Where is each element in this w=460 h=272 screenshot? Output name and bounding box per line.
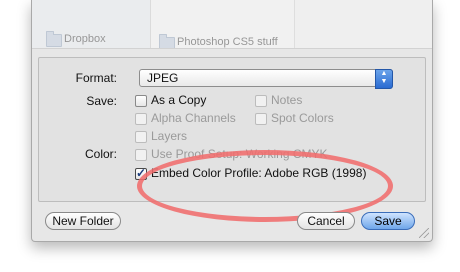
folder-icon — [159, 34, 175, 48]
notes-checkbox[interactable] — [255, 95, 267, 107]
spot-colors-label: Spot Colors — [271, 111, 334, 125]
new-folder-button[interactable]: New Folder — [45, 212, 121, 230]
folder-column: Photoshop CS5 stuff — [151, 0, 295, 48]
file-browser: Dropbox Photoshop CS5 stuff — [32, 0, 432, 49]
cancel-button[interactable]: Cancel — [297, 212, 355, 230]
save-button[interactable]: Save — [361, 212, 415, 230]
folder-item-photoshop[interactable]: Photoshop CS5 stuff — [177, 36, 278, 48]
notes-label: Notes — [271, 93, 303, 107]
sidebar-column: Dropbox — [32, 0, 151, 48]
use-proof-setup-checkbox[interactable] — [135, 149, 147, 161]
alpha-channels-label: Alpha Channels — [151, 111, 236, 125]
resize-grip-icon[interactable] — [419, 228, 429, 238]
spot-colors-checkbox[interactable] — [255, 113, 267, 125]
format-value: JPEG — [147, 71, 179, 85]
sidebar-item-dropbox[interactable]: Dropbox — [64, 33, 106, 45]
as-a-copy-label: As a Copy — [151, 93, 207, 107]
as-a-copy-checkbox[interactable] — [135, 95, 147, 107]
save-label: Save: — [86, 94, 117, 108]
layers-label: Layers — [151, 129, 188, 143]
popup-arrows-icon: ▲ ▼ — [375, 69, 393, 89]
color-label: Color: — [84, 147, 117, 161]
alpha-channels-checkbox[interactable] — [135, 113, 147, 125]
format-popup[interactable]: JPEG ▲ ▼ — [139, 69, 393, 89]
highlight-ellipse — [137, 150, 393, 222]
dropbox-icon — [46, 31, 62, 47]
save-dialog: Dropbox Photoshop CS5 stuff Format: JPEG… — [31, 0, 433, 242]
layers-checkbox[interactable] — [135, 131, 147, 143]
format-label: Format: — [75, 71, 117, 85]
